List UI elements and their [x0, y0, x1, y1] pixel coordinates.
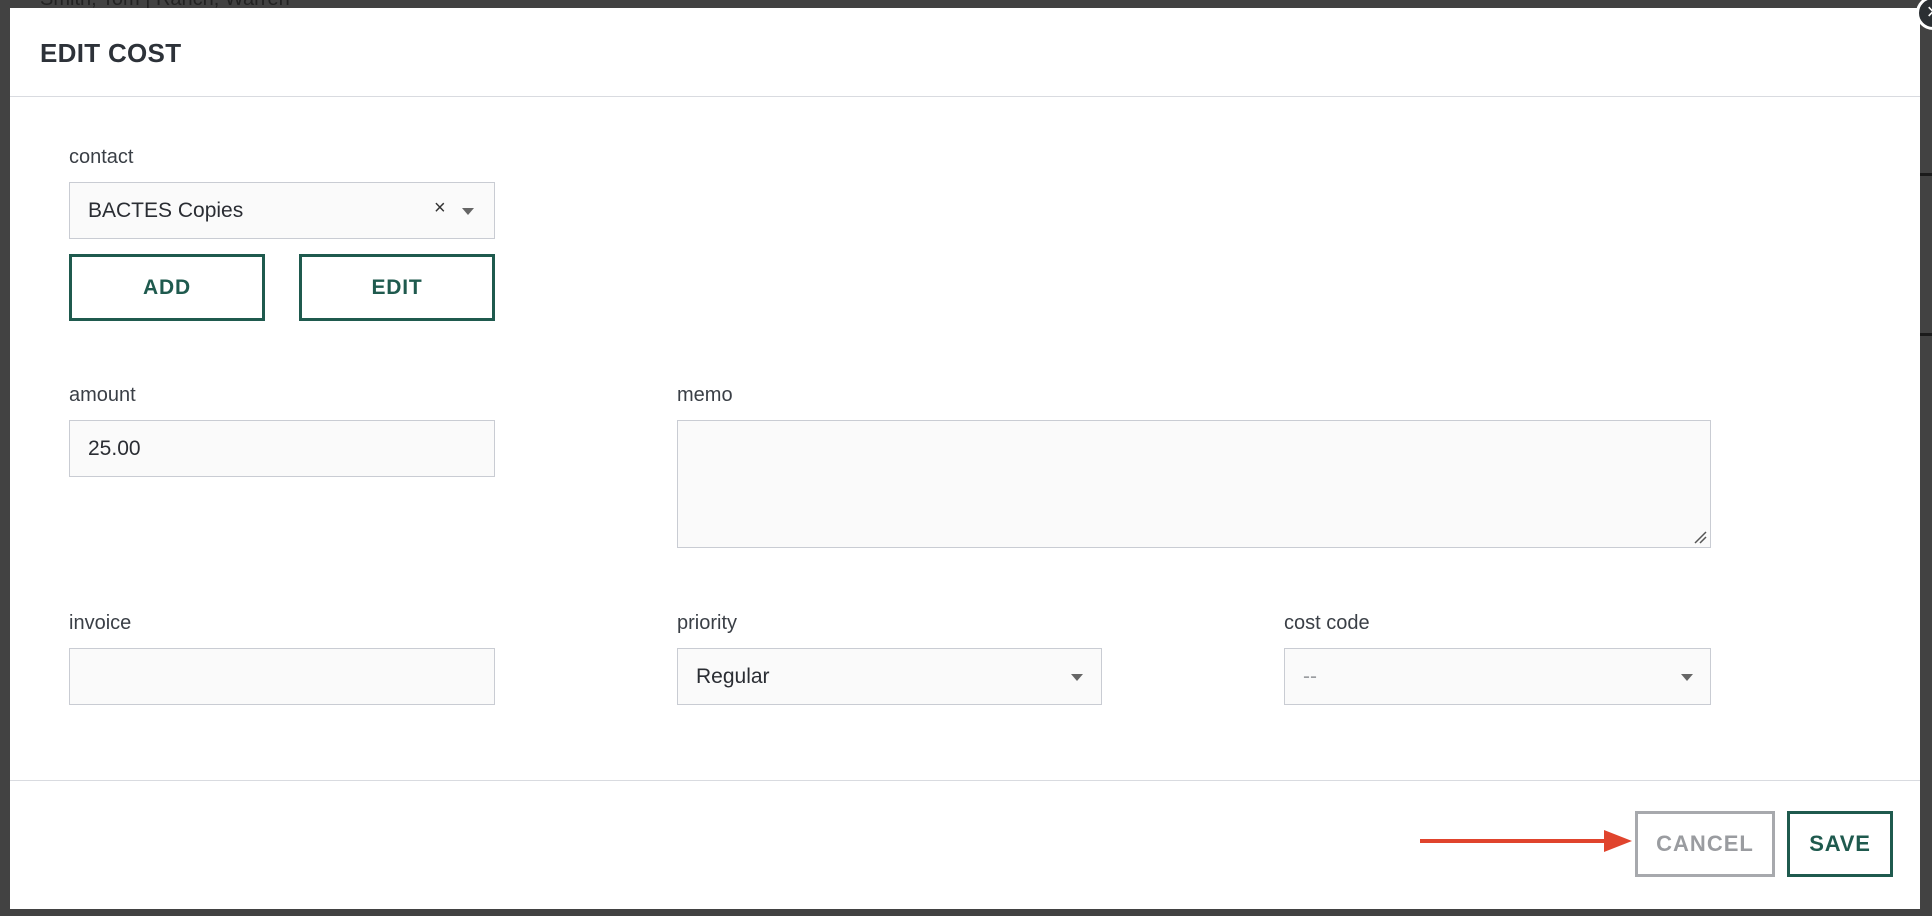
priority-select[interactable]: Regular [677, 648, 1102, 705]
invoice-input[interactable] [69, 648, 495, 705]
edit-cost-modal: × EDIT COST contact BACTES Copies × ADD … [10, 0, 1932, 909]
contact-label: contact [69, 146, 134, 168]
close-icon[interactable]: × [1916, 0, 1932, 30]
clear-icon[interactable]: × [434, 197, 446, 220]
amount-input[interactable]: 25.00 [69, 420, 495, 477]
priority-value: Regular [696, 664, 770, 688]
amount-value: 25.00 [88, 436, 141, 460]
amount-label: amount [69, 384, 136, 406]
add-contact-button[interactable]: ADD [69, 254, 265, 321]
cancel-button[interactable]: CANCEL [1635, 811, 1775, 877]
background-divider [1920, 333, 1932, 336]
edit-contact-button[interactable]: EDIT [299, 254, 495, 321]
memo-textarea[interactable] [677, 420, 1711, 548]
cost-code-label: cost code [1284, 612, 1370, 634]
footer-divider [10, 780, 1920, 781]
priority-label: priority [677, 612, 738, 634]
contact-value: BACTES Copies [88, 198, 244, 222]
header-divider [10, 96, 1920, 97]
cost-code-select[interactable]: -- [1284, 648, 1711, 705]
chevron-down-icon [1681, 674, 1693, 681]
cost-code-value: -- [1303, 664, 1317, 688]
modal-title: EDIT COST [40, 38, 182, 68]
save-button[interactable]: SAVE [1787, 811, 1893, 877]
chevron-down-icon [1071, 674, 1083, 681]
invoice-label: invoice [69, 612, 132, 634]
memo-label: memo [677, 384, 733, 406]
chevron-down-icon[interactable] [462, 208, 474, 215]
resize-handle-icon[interactable] [1693, 530, 1707, 544]
contact-select[interactable]: BACTES Copies × [69, 182, 495, 239]
annotation-arrow-icon [1420, 830, 1632, 852]
background-divider [1920, 173, 1932, 176]
